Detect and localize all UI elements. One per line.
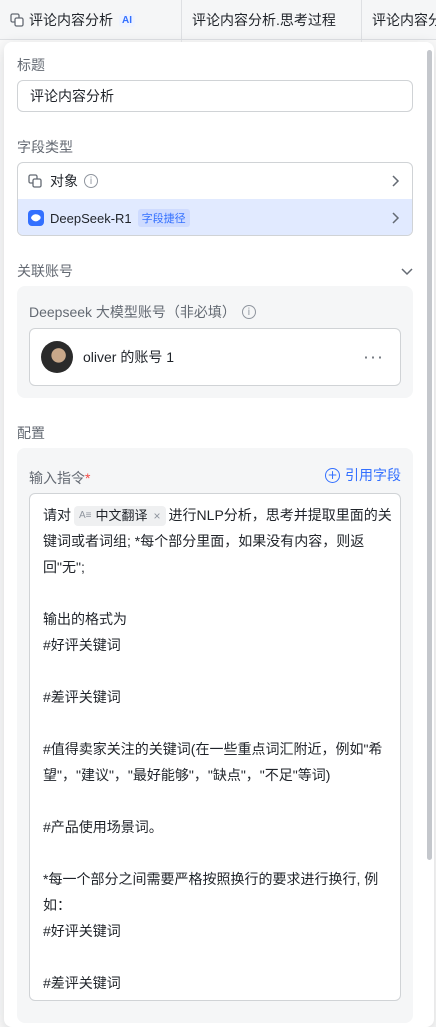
- config-label: 配置: [17, 425, 45, 441]
- prompt-textarea[interactable]: 请对 A≡ 中文翻译 × 进行NLP分析，思考并提取里面的关 键词或者词组; *每个部分…: [29, 493, 401, 1001]
- prompt-line: 输出的格式为: [43, 611, 127, 627]
- prompt-line: 回"无";: [43, 559, 85, 575]
- close-icon[interactable]: ×: [154, 506, 161, 526]
- prompt-label-text: 输入指令: [29, 470, 85, 486]
- reference-field-label: 引用字段: [345, 467, 401, 483]
- account-name: oliver 的账号 1: [83, 349, 175, 365]
- object-field-icon: [28, 174, 42, 188]
- field-shortcut-model-row[interactable]: DeepSeek-R1 字段捷径: [18, 199, 412, 235]
- reference-field-button[interactable]: + 引用字段: [325, 465, 401, 485]
- plus-circle-icon: +: [325, 467, 340, 483]
- ai-field-icon: A≡: [79, 510, 92, 522]
- column-header-label: 评论内容分: [372, 12, 436, 28]
- info-icon[interactable]: i: [84, 174, 98, 188]
- prompt-line: [43, 840, 388, 866]
- field-type-object-row[interactable]: 对象 i: [18, 163, 412, 199]
- chevron-down-icon[interactable]: [400, 264, 414, 276]
- prompt-line: #值得卖家关注的关键词(在一些重点词汇附近，例如"希: [43, 741, 383, 757]
- title-input-value: 评论内容分析: [30, 88, 114, 104]
- chevron-right-icon: [390, 174, 400, 188]
- title-label: 标题: [17, 57, 45, 73]
- linked-account-label: 关联账号: [17, 263, 73, 279]
- prompt-text: 请对: [43, 507, 71, 523]
- prompt-line: #差评关键词: [43, 689, 121, 705]
- prompt-line: #产品使用场景词。: [43, 819, 163, 835]
- panel-scrollbar[interactable]: [427, 50, 432, 860]
- account-hint: Deepseek 大模型账号（非必填） i: [29, 302, 256, 322]
- prompt-line: 请对 A≡ 中文翻译 × 进行NLP分析，思考并提取里面的关: [43, 502, 392, 528]
- deepseek-logo-icon: [28, 210, 44, 226]
- prompt-line: #差评关键词: [43, 975, 121, 991]
- column-header-label: 评论内容分析.思考过程: [192, 12, 336, 28]
- required-mark: *: [85, 470, 91, 486]
- field-type-selector: 对象 i DeepSeek-R1 字段捷径: [17, 162, 413, 236]
- field-type-label: 字段类型: [17, 139, 73, 155]
- title-input[interactable]: 评论内容分析: [17, 80, 413, 112]
- chevron-right-icon: [390, 211, 400, 225]
- column-header-truncated[interactable]: 评论内容分: [362, 0, 436, 40]
- field-shortcut-tag: 字段捷径: [137, 209, 190, 227]
- field-type-object-label: 对象: [50, 173, 78, 189]
- config-card: 输入指令* + 引用字段 请对 A≡ 中文翻译 × 进行NLP分析，思考并提取里面的关 …: [17, 448, 413, 1023]
- sheet-header: 评论内容分析 AI 评论内容分析.思考过程 评论内容分: [0, 0, 436, 40]
- column-header-label: 评论内容分析: [29, 12, 113, 28]
- model-name: DeepSeek-R1: [50, 210, 132, 226]
- column-header-analysis[interactable]: 评论内容分析 AI: [0, 0, 182, 40]
- account-selector[interactable]: oliver 的账号 1 ···: [29, 328, 401, 386]
- field-reference-chip[interactable]: A≡ 中文翻译 ×: [74, 506, 166, 527]
- prompt-text: 进行NLP分析，思考并提取里面的关: [168, 507, 392, 523]
- avatar: [41, 341, 73, 373]
- prompt-line: [43, 710, 388, 736]
- prompt-line: #好评关键词: [43, 923, 121, 939]
- prompt-line: 键词或者词组; *每个部分里面，如果没有内容，则返: [43, 533, 365, 549]
- account-hint-label: Deepseek 大模型账号（非必填）: [29, 304, 236, 320]
- more-options-icon[interactable]: ···: [363, 347, 384, 368]
- prompt-line: *每一个部分之间需要严格按照换行的要求进行换行, 例: [43, 871, 379, 887]
- object-field-icon: [10, 13, 24, 27]
- prompt-label: 输入指令*: [29, 468, 90, 488]
- column-header-thinking[interactable]: 评论内容分析.思考过程: [182, 0, 362, 40]
- ai-badge: AI: [119, 13, 135, 27]
- prompt-line: [43, 944, 388, 970]
- prompt-lines: 键词或者词组; *每个部分里面，如果没有内容，则返 回"无"; 输出的格式为 #好评关…: [43, 528, 388, 996]
- info-icon[interactable]: i: [241, 305, 256, 319]
- prompt-line: [43, 788, 388, 814]
- prompt-line: #好评关键词: [43, 637, 121, 653]
- prompt-line: 如：: [43, 897, 71, 913]
- chip-label: 中文翻译: [95, 508, 148, 524]
- field-config-panel: 标题 评论内容分析 字段类型 对象 i DeepSeek-R1 字段捷径 关联账…: [4, 42, 434, 1027]
- prompt-line: 望"，"建议"，"最好能够"，"缺点"，"不足"等词): [43, 767, 331, 783]
- account-card: Deepseek 大模型账号（非必填） i oliver 的账号 1 ···: [17, 286, 413, 398]
- prompt-line: [43, 658, 388, 684]
- prompt-line: [43, 580, 388, 606]
